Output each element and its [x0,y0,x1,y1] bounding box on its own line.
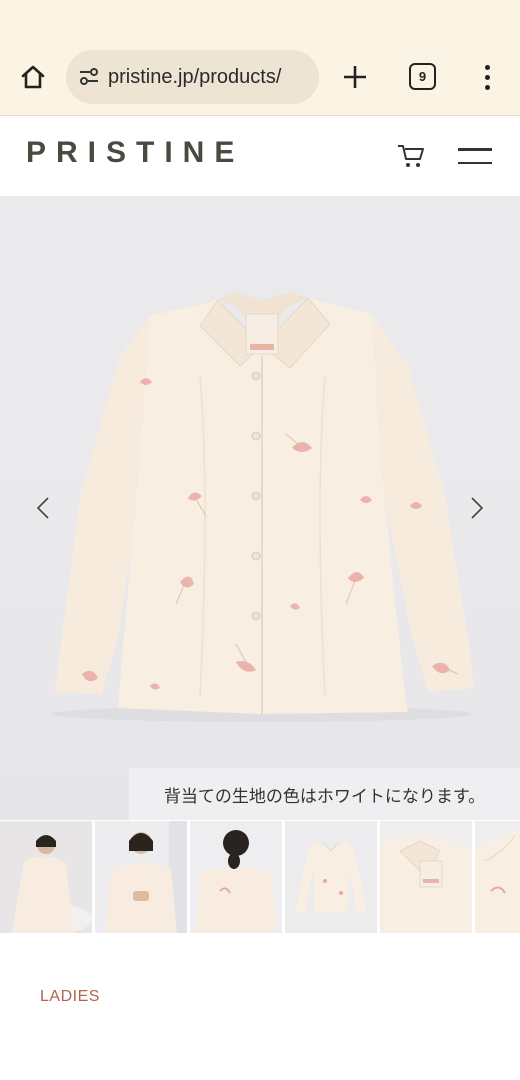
image-caption: 背当ての生地の色はホワイトになります。 [129,768,520,820]
tab-count: 9 [418,69,427,84]
more-menu-icon[interactable] [474,60,500,94]
home-icon[interactable] [16,60,50,94]
url-text[interactable]: pristine.jp/products/ [108,66,281,89]
tab-switcher-button[interactable]: 9 [409,63,436,90]
product-category-link[interactable]: LADIES [40,988,100,1006]
thumbnail-1[interactable] [0,821,92,933]
browser-toolbar: pristine.jp/products/ 9 [0,0,520,116]
site-header: PRISTINE [0,116,520,196]
site-logo[interactable]: PRISTINE [26,136,244,170]
thumbnail-2[interactable] [95,821,187,933]
carousel-prev-icon[interactable] [28,493,58,523]
thumbnail-4-selected[interactable] [285,821,377,933]
thumbnail-3[interactable] [190,821,282,933]
hamburger-menu-icon[interactable] [458,142,494,170]
new-tab-icon[interactable] [338,60,372,94]
product-image-carousel[interactable]: 背当ての生地の色はホワイトになります。 [0,196,520,820]
product-image [52,292,474,722]
thumbnail-5[interactable] [380,821,472,933]
thumbnail-6[interactable] [475,821,520,933]
site-settings-icon[interactable] [76,64,102,90]
thumbnail-strip [0,821,520,935]
address-bar[interactable]: pristine.jp/products/ [66,50,319,104]
cart-icon[interactable] [394,140,428,172]
carousel-next-icon[interactable] [462,493,492,523]
